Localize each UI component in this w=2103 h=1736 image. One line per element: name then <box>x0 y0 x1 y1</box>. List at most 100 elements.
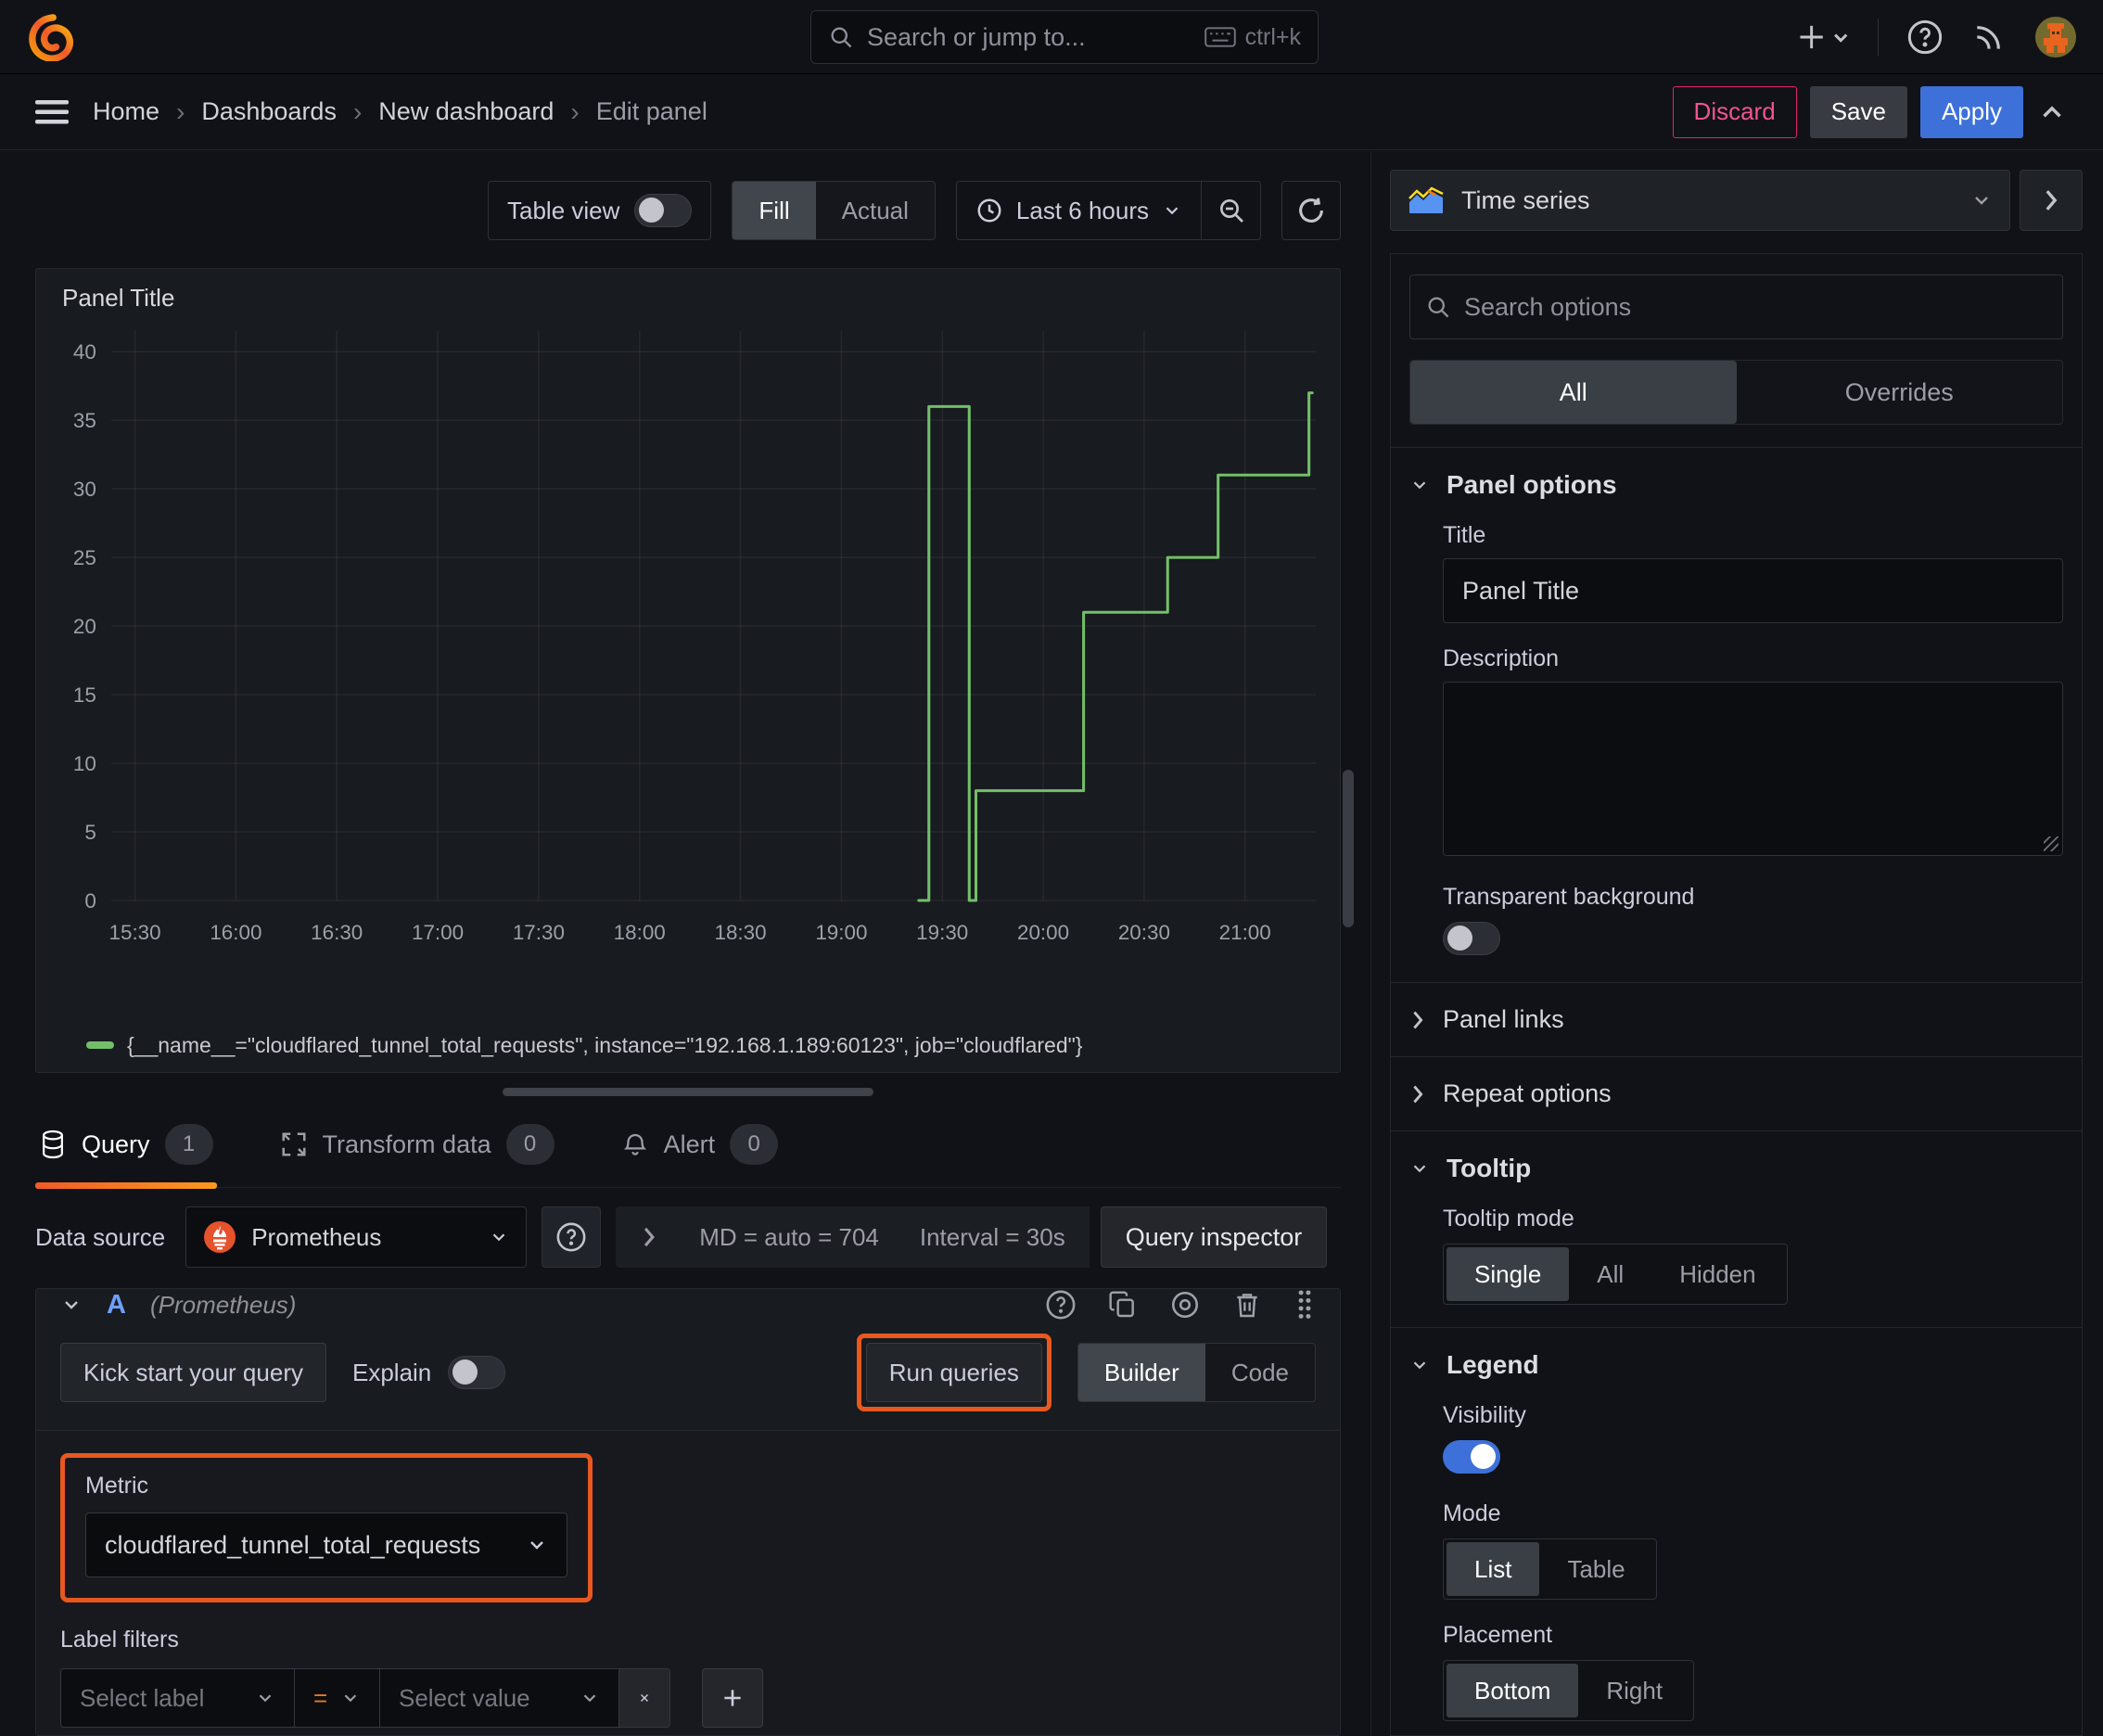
tab-all[interactable]: All <box>1410 361 1737 424</box>
apply-button[interactable]: Apply <box>1919 85 2023 138</box>
breadcrumb-home[interactable]: Home <box>93 97 159 126</box>
disable-query-icon[interactable] <box>1169 1289 1201 1321</box>
scrollbar-thumb[interactable] <box>1343 770 1354 927</box>
svg-text:20: 20 <box>73 615 96 638</box>
search-placeholder: Search or jump to... <box>867 22 1086 51</box>
search-icon <box>1425 294 1451 320</box>
svg-text:25: 25 <box>73 546 96 569</box>
panel-title-input[interactable] <box>1443 558 2063 623</box>
bell-icon <box>621 1130 649 1158</box>
query-datasource-hint: (Prometheus) <box>149 1290 297 1319</box>
time-series-chart[interactable]: 0 5 10 15 20 25 30 35 40 15:30 16:00 16:30 17:00 17:3… <box>55 316 1321 1024</box>
breadcrumb-dashboards[interactable]: Dashboards <box>201 97 337 126</box>
explain-toggle[interactable] <box>448 1356 506 1389</box>
kick-start-button[interactable]: Kick start your query <box>60 1343 326 1402</box>
metric-select[interactable]: cloudflared_tunnel_total_requests <box>85 1513 567 1577</box>
save-button[interactable]: Save <box>1809 85 1907 138</box>
add-filter-button[interactable] <box>702 1668 763 1728</box>
placement-right[interactable]: Right <box>1578 1664 1690 1717</box>
refresh-button[interactable] <box>1281 181 1341 240</box>
svg-text:20:30: 20:30 <box>1118 921 1170 944</box>
search-input[interactable]: Search or jump to... ctrl+k <box>810 10 1319 64</box>
remove-filter-button[interactable] <box>619 1669 669 1727</box>
legend-header[interactable]: Legend <box>1409 1350 2063 1380</box>
select-value-dropdown[interactable]: Select value <box>380 1669 619 1727</box>
tab-transform-data[interactable]: Transform data 0 <box>276 1115 558 1187</box>
repeat-options-header[interactable]: Repeat options <box>1409 1079 2063 1108</box>
svg-text:19:30: 19:30 <box>916 921 968 944</box>
tab-alert[interactable]: Alert 0 <box>618 1115 783 1187</box>
select-label-dropdown[interactable]: Select label <box>61 1669 295 1727</box>
query-row-header[interactable]: A (Prometheus) <box>36 1289 1340 1321</box>
datasource-picker[interactable]: Prometheus <box>185 1206 528 1268</box>
viz-suggestions-button[interactable] <box>2020 170 2083 231</box>
tooltip-mode-segment: Single All Hidden <box>1443 1244 1788 1305</box>
transparent-bg-toggle[interactable] <box>1443 922 1500 955</box>
visualization-picker[interactable]: Time series <box>1390 170 2010 231</box>
operator-dropdown[interactable]: = <box>295 1669 380 1727</box>
svg-text:18:30: 18:30 <box>714 921 766 944</box>
news-icon[interactable] <box>1971 19 2007 55</box>
series-label[interactable]: {__name__="cloudflared_tunnel_total_requ… <box>127 1033 1082 1058</box>
chevron-right-icon: › <box>570 96 580 126</box>
chevron-down-icon <box>1413 1361 1426 1370</box>
panel-options-header[interactable]: Panel options <box>1409 470 2063 500</box>
visualization-name: Time series <box>1461 185 1590 214</box>
topbar-divider <box>1878 18 1879 56</box>
delete-query-icon[interactable] <box>1232 1290 1262 1320</box>
collapse-up-icon[interactable] <box>2036 96 2068 128</box>
tab-query[interactable]: Query 1 <box>35 1115 217 1189</box>
table-view-toggle[interactable] <box>634 194 693 227</box>
close-icon <box>641 1694 648 1702</box>
builder-option[interactable]: Builder <box>1077 1344 1205 1401</box>
chevron-right-icon <box>2046 190 2058 211</box>
datasource-help-button[interactable] <box>542 1206 602 1268</box>
transform-icon <box>280 1130 308 1158</box>
new-dropdown-button[interactable] <box>1798 21 1850 53</box>
tab-overrides[interactable]: Overrides <box>1737 361 2063 424</box>
svg-text:20:00: 20:00 <box>1017 921 1069 944</box>
discard-button[interactable]: Discard <box>1672 85 1797 138</box>
description-textarea[interactable] <box>1443 682 2063 856</box>
label-filter-group: Select label = Select value <box>60 1668 670 1728</box>
drag-handle-icon[interactable] <box>1294 1289 1316 1321</box>
query-options-summary[interactable]: MD = auto = 704 Interval = 30s <box>616 1206 1090 1268</box>
legend-mode-table[interactable]: Table <box>1539 1542 1652 1596</box>
svg-text:15: 15 <box>73 683 96 707</box>
grafana-logo-icon[interactable] <box>26 13 74 61</box>
query-inspector-button[interactable]: Query inspector <box>1100 1206 1328 1268</box>
avatar[interactable] <box>2034 16 2077 58</box>
chevron-right-icon <box>1413 1085 1423 1103</box>
query-help-icon[interactable] <box>1045 1289 1077 1321</box>
chevron-right-icon: › <box>352 96 363 126</box>
tooltip-hidden[interactable]: Hidden <box>1651 1247 1783 1301</box>
table-view-label: Table view <box>507 196 620 224</box>
duplicate-query-icon[interactable] <box>1108 1290 1138 1320</box>
search-options-input[interactable] <box>1464 292 2047 322</box>
panel-links-header[interactable]: Panel links <box>1409 1005 2063 1034</box>
panel-resize-handle[interactable] <box>503 1088 873 1096</box>
tooltip-all[interactable]: All <box>1569 1247 1651 1301</box>
top-bar: Search or jump to... ctrl+k <box>0 0 2103 74</box>
chart-legend[interactable]: {__name__="cloudflared_tunnel_total_requ… <box>55 1024 1321 1066</box>
query-editor: A (Prometheus) Kick start your query Exp… <box>35 1288 1341 1736</box>
search-options-box[interactable] <box>1409 274 2063 339</box>
svg-text:10: 10 <box>73 752 96 775</box>
zoom-out-button[interactable] <box>1201 182 1260 239</box>
help-icon[interactable] <box>1906 19 1944 56</box>
menu-icon[interactable] <box>35 98 69 126</box>
tooltip-header[interactable]: Tooltip <box>1409 1154 2063 1183</box>
legend-visibility-toggle[interactable] <box>1443 1440 1500 1474</box>
time-range-picker[interactable]: Last 6 hours <box>957 197 1201 225</box>
legend-mode-list[interactable]: List <box>1447 1542 1540 1596</box>
breadcrumb-new-dashboard[interactable]: New dashboard <box>378 97 554 126</box>
svg-text:17:30: 17:30 <box>513 921 565 944</box>
actual-option[interactable]: Actual <box>816 182 935 239</box>
code-option[interactable]: Code <box>1205 1344 1315 1401</box>
fill-option[interactable]: Fill <box>733 182 816 239</box>
placement-bottom[interactable]: Bottom <box>1447 1664 1579 1717</box>
section-panel-links: Panel links <box>1391 982 2082 1056</box>
tooltip-single[interactable]: Single <box>1447 1247 1570 1301</box>
plus-icon <box>724 1690 741 1706</box>
run-queries-button[interactable]: Run queries <box>865 1343 1042 1402</box>
